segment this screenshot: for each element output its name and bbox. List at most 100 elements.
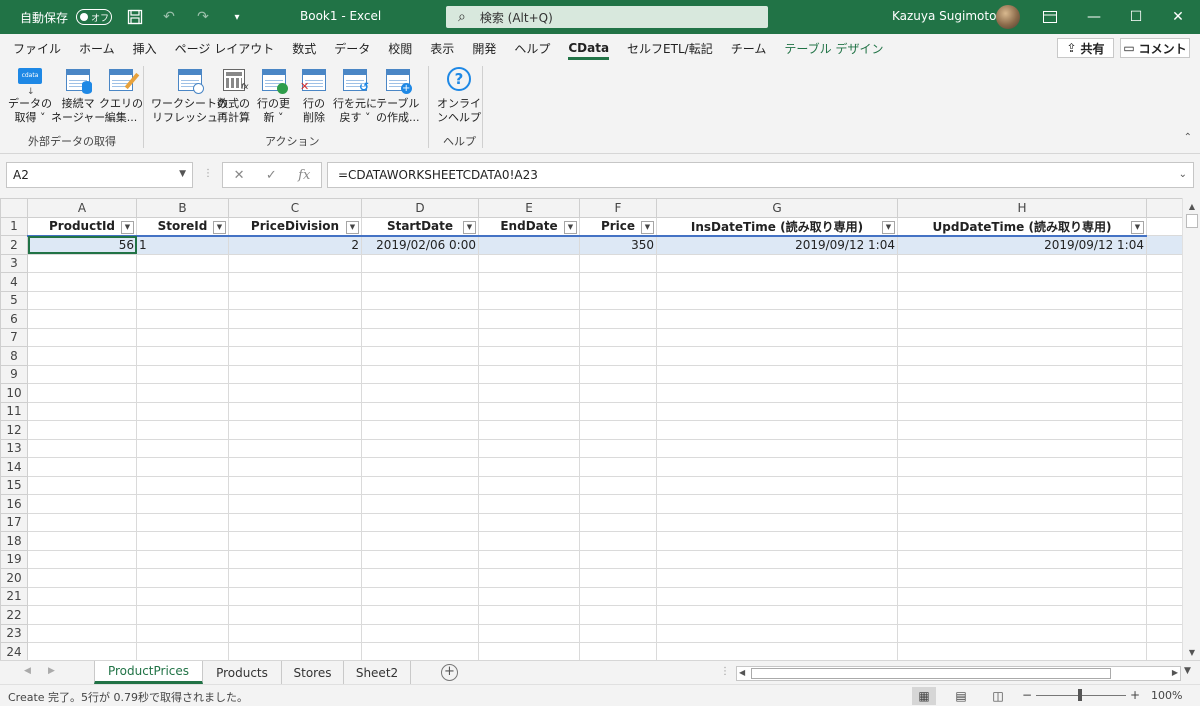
cell[interactable]: [136, 346, 229, 366]
row-header[interactable]: 2: [0, 235, 28, 255]
sheet-tab-products[interactable]: Products: [203, 661, 282, 684]
cell[interactable]: [897, 438, 1147, 458]
cell[interactable]: [136, 531, 229, 551]
cell[interactable]: [656, 586, 898, 606]
cell[interactable]: [27, 272, 137, 292]
tab-data[interactable]: データ: [325, 34, 379, 62]
tab-split-handle[interactable]: ⋮: [720, 666, 730, 677]
cell[interactable]: [478, 401, 580, 421]
table-header-cell[interactable]: InsDateTime (読み取り専用) ▼: [656, 216, 898, 237]
cell[interactable]: [136, 327, 229, 347]
cell[interactable]: [897, 401, 1147, 421]
undo-icon[interactable]: ↶: [158, 6, 180, 28]
revert-rows-button[interactable]: ↺ 行を元に 戻す ˅: [333, 66, 377, 125]
cell[interactable]: [27, 383, 137, 403]
cell[interactable]: [656, 253, 898, 273]
cell[interactable]: [1146, 364, 1185, 384]
cell[interactable]: [656, 346, 898, 366]
tab-file[interactable]: ファイル: [4, 34, 70, 62]
table-header-cell[interactable]: PriceDivision ▼: [228, 216, 362, 237]
cell[interactable]: [897, 290, 1147, 310]
cell[interactable]: [579, 549, 657, 569]
cell[interactable]: [897, 494, 1147, 514]
cell[interactable]: [579, 457, 657, 477]
cell[interactable]: [228, 457, 362, 477]
row-header[interactable]: 9: [0, 364, 28, 384]
row-header[interactable]: 14: [0, 457, 28, 477]
cell[interactable]: [579, 253, 657, 273]
row-header[interactable]: 7: [0, 327, 28, 347]
collapse-ribbon-icon[interactable]: ⌃: [1184, 132, 1192, 143]
close-icon[interactable]: ✕: [1156, 0, 1200, 34]
cell[interactable]: [361, 272, 479, 292]
page-layout-view-icon[interactable]: ▤: [949, 687, 973, 705]
cell[interactable]: [228, 512, 362, 532]
zoom-level[interactable]: 100%: [1151, 689, 1182, 702]
cell[interactable]: [1146, 290, 1185, 310]
tab-team[interactable]: チーム: [722, 34, 776, 62]
cell[interactable]: [579, 531, 657, 551]
filter-dropdown-icon[interactable]: ▼: [346, 220, 359, 234]
formula-bar-resize-handle[interactable]: ⋮: [203, 168, 213, 179]
cell[interactable]: [361, 475, 479, 495]
cell[interactable]: 350: [579, 235, 657, 255]
cell[interactable]: [228, 586, 362, 606]
cell[interactable]: [656, 364, 898, 384]
table-header-cell[interactable]: StartDate ▼: [361, 216, 479, 237]
cell[interactable]: [1146, 549, 1185, 569]
filter-dropdown-icon[interactable]: ▼: [463, 220, 476, 234]
cell[interactable]: [897, 568, 1147, 588]
cell[interactable]: [478, 494, 580, 514]
tab-page-layout[interactable]: ページ レイアウト: [166, 34, 284, 62]
cell[interactable]: [27, 549, 137, 569]
row-header[interactable]: 8: [0, 346, 28, 366]
cell[interactable]: [361, 327, 479, 347]
cell[interactable]: [656, 549, 898, 569]
column-header[interactable]: F: [579, 198, 657, 218]
tab-cdata[interactable]: CData: [559, 34, 618, 62]
cell[interactable]: [361, 364, 479, 384]
cell[interactable]: [656, 494, 898, 514]
filter-dropdown-icon[interactable]: ▼: [213, 220, 226, 234]
column-header[interactable]: E: [478, 198, 580, 218]
cell[interactable]: [579, 327, 657, 347]
row-header[interactable]: 24: [0, 642, 28, 660]
cell[interactable]: [656, 420, 898, 440]
cell[interactable]: [1146, 475, 1185, 495]
cell[interactable]: [656, 327, 898, 347]
cell[interactable]: [27, 623, 137, 643]
cell[interactable]: [228, 623, 362, 643]
cell[interactable]: [228, 642, 362, 660]
cell[interactable]: [579, 642, 657, 660]
cell[interactable]: [228, 272, 362, 292]
tab-review[interactable]: 校閲: [379, 34, 421, 62]
cell[interactable]: [1146, 494, 1185, 514]
edit-query-button[interactable]: クエリの 編集...: [99, 66, 143, 125]
save-icon[interactable]: [124, 6, 146, 28]
recalculate-button[interactable]: fx 数式の 再計算: [217, 66, 250, 125]
cell[interactable]: [361, 309, 479, 329]
cell[interactable]: [27, 512, 137, 532]
column-header[interactable]: [1146, 198, 1185, 218]
table-header-cell[interactable]: ProductId ▼: [27, 216, 137, 237]
cell[interactable]: [136, 494, 229, 514]
cell[interactable]: [897, 309, 1147, 329]
row-header[interactable]: 20: [0, 568, 28, 588]
cell[interactable]: [361, 642, 479, 660]
cell[interactable]: [228, 494, 362, 514]
cell[interactable]: [1146, 327, 1185, 347]
cell[interactable]: [361, 586, 479, 606]
cell[interactable]: [136, 383, 229, 403]
cell[interactable]: [579, 623, 657, 643]
cell[interactable]: [361, 494, 479, 514]
filter-dropdown-icon[interactable]: ▼: [1131, 220, 1144, 234]
cell[interactable]: [27, 494, 137, 514]
row-header[interactable]: 3: [0, 253, 28, 273]
cell[interactable]: [897, 346, 1147, 366]
cell[interactable]: [1146, 420, 1185, 440]
tab-formulas[interactable]: 数式: [283, 34, 325, 62]
cell[interactable]: [228, 383, 362, 403]
row-header[interactable]: 11: [0, 401, 28, 421]
row-header[interactable]: 6: [0, 309, 28, 329]
cell[interactable]: 2019/09/12 1:04: [656, 235, 898, 255]
